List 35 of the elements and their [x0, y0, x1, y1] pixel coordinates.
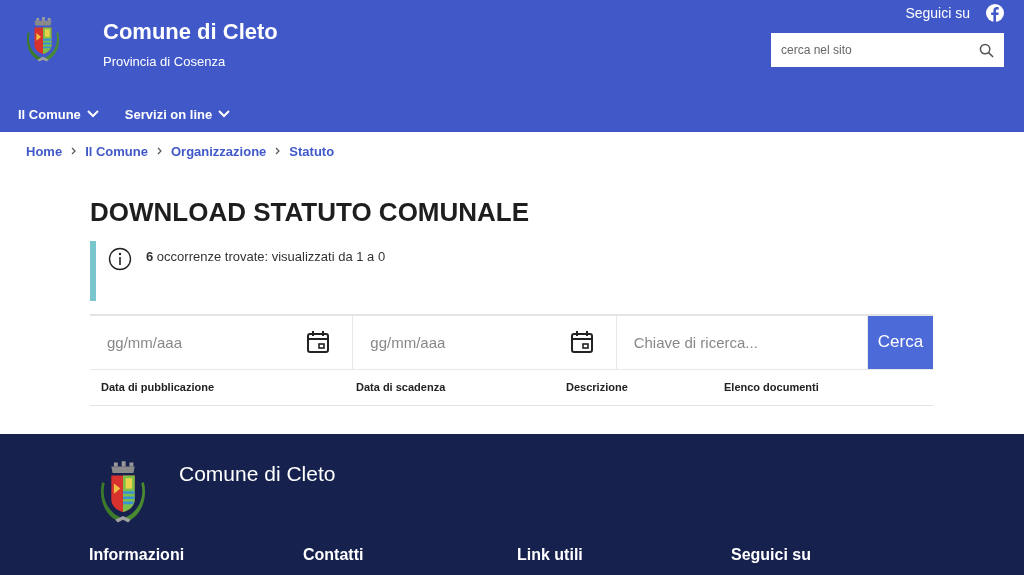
- date-field[interactable]: gg/mm/aaa: [107, 315, 307, 369]
- search-button[interactable]: Cerca: [868, 315, 933, 369]
- chevron-down-icon: [86, 110, 99, 118]
- footer-section-heading: Informazioni: [89, 545, 186, 564]
- footer-section-heading: Seguici su: [731, 545, 813, 564]
- site-subtitle: Provincia di Cosenza: [103, 54, 226, 69]
- breadcrumb-link[interactable]: Il Comune: [85, 143, 148, 159]
- calendar-icon[interactable]: [569, 330, 594, 355]
- search-icon[interactable]: [979, 42, 994, 58]
- info-icon: [108, 246, 132, 271]
- nav-menu-item[interactable]: Il Comune: [18, 106, 99, 122]
- chevron-right-icon: [71, 147, 77, 155]
- column-header: Data di scadenza: [356, 381, 447, 394]
- footer-section-heading: Contatti: [303, 545, 365, 564]
- footer-section-heading: Link utili: [517, 545, 584, 564]
- keyword-field[interactable]: Chiave di ricerca...: [633, 315, 857, 369]
- facebook-icon[interactable]: [986, 4, 1004, 22]
- social-label: Seguici su: [905, 5, 970, 21]
- breadcrumb-link[interactable]: Statuto: [289, 143, 335, 159]
- column-header: Descrizione: [566, 381, 629, 394]
- chevron-right-icon: [275, 147, 281, 155]
- nav-menu-item[interactable]: Servizi on line: [124, 106, 231, 122]
- results-message: 6 occorrenze trovate: visualizzati da 1 a 0: [146, 248, 386, 266]
- search-box[interactable]: cerca nel sito: [771, 33, 1004, 67]
- page-title: DOWNLOAD STATUTO COMUNALE: [90, 198, 530, 227]
- column-header: Data di pubblicazione: [101, 381, 216, 394]
- chevron-right-icon: [156, 147, 162, 155]
- calendar-icon[interactable]: [306, 330, 331, 355]
- chevron-down-icon: [218, 110, 231, 118]
- breadcrumb-link[interactable]: Home: [26, 143, 63, 159]
- date-field[interactable]: gg/mm/aaa: [370, 315, 570, 369]
- breadcrumb-link[interactable]: Organizzazione: [170, 143, 267, 159]
- site-title[interactable]: Comune di Cleto: [103, 19, 771, 45]
- column-header: Elenco documenti: [724, 381, 820, 394]
- footer-title: Comune di Cleto: [179, 461, 336, 486]
